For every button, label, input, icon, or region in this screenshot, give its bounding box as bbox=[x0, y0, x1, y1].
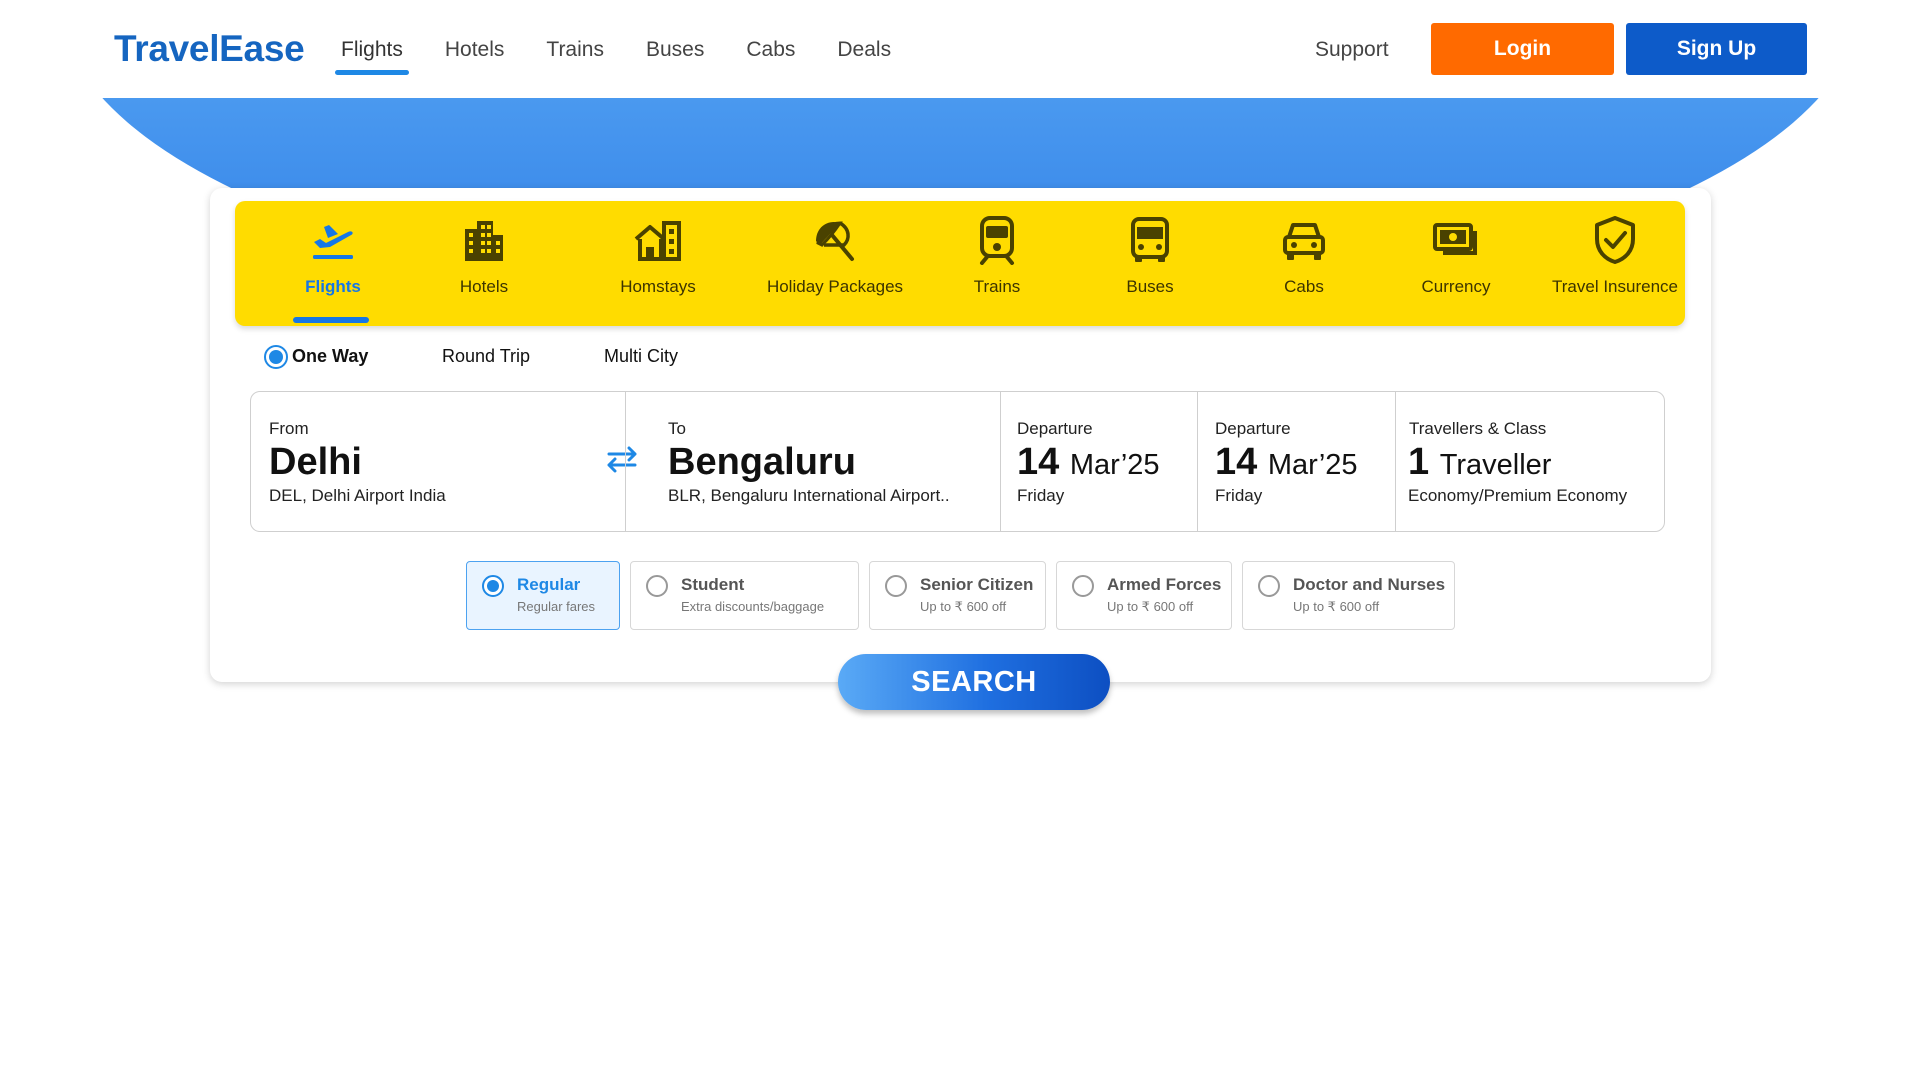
travellers-label: Travellers & Class bbox=[1409, 419, 1547, 438]
fare-title: Student bbox=[681, 575, 745, 594]
fare-radio[interactable] bbox=[885, 575, 907, 597]
fare-radio[interactable] bbox=[646, 575, 668, 597]
return-weekday: Friday bbox=[1215, 486, 1263, 505]
traveller-unit: Traveller bbox=[1439, 449, 1552, 481]
support-link[interactable]: Support bbox=[1315, 38, 1389, 62]
fare-option-doctor-nurses[interactable]: Doctor and Nurses Up to ₹ 600 off bbox=[1242, 561, 1455, 630]
to-airport: BLR, Bengaluru International Airport.. bbox=[668, 486, 950, 505]
banknote-icon bbox=[1433, 223, 1477, 255]
category-label: Buses bbox=[1126, 277, 1174, 296]
signup-button[interactable]: Sign Up bbox=[1626, 23, 1807, 75]
departure-field[interactable]: Departure 14 Mar’25 Friday bbox=[1001, 392, 1197, 531]
trip-type-multi-city[interactable]: Multi City bbox=[604, 346, 678, 367]
category-trains[interactable]: Trains bbox=[952, 201, 1042, 326]
brand-logo[interactable]: TravelEase bbox=[114, 28, 305, 70]
category-label: Travel Insurence bbox=[1552, 277, 1678, 296]
category-label: Holiday Packages bbox=[766, 277, 904, 296]
search-button[interactable]: SEARCH bbox=[838, 654, 1110, 710]
plane-takeoff-icon bbox=[313, 225, 353, 259]
category-hotels[interactable]: Hotels bbox=[439, 201, 529, 326]
fare-radio[interactable] bbox=[482, 575, 504, 597]
category-holiday-packages[interactable]: Holiday Packages bbox=[767, 201, 903, 326]
nav-item-flights[interactable]: Flights bbox=[320, 0, 424, 98]
from-city: Delhi bbox=[269, 441, 362, 483]
return-field[interactable]: Departure 14 Mar’25 Friday bbox=[1198, 392, 1395, 531]
category-label: Hotels bbox=[459, 277, 509, 296]
top-header: TravelEase Flights Hotels Trains Buses C… bbox=[0, 0, 1920, 98]
departure-label: Departure bbox=[1017, 419, 1093, 438]
fare-subtitle: Extra discounts/baggage bbox=[681, 599, 825, 614]
category-buses[interactable]: Buses bbox=[1105, 201, 1195, 326]
fare-subtitle: Up to ₹ 600 off bbox=[1293, 599, 1380, 614]
travel-class: Economy/Premium Economy bbox=[1408, 486, 1628, 505]
departure-weekday: Friday bbox=[1017, 486, 1065, 505]
fare-subtitle: Up to ₹ 600 off bbox=[1107, 599, 1194, 614]
nav-item-trains[interactable]: Trains bbox=[525, 0, 625, 98]
bus-icon bbox=[1131, 217, 1169, 262]
nav-item-buses[interactable]: Buses bbox=[625, 0, 725, 98]
category-currency[interactable]: Currency bbox=[1411, 201, 1501, 326]
category-flights[interactable]: Flights bbox=[293, 201, 371, 326]
fare-option-student[interactable]: Student Extra discounts/baggage bbox=[630, 561, 859, 630]
beach-umbrella-icon bbox=[816, 221, 854, 261]
fare-option-senior-citizen[interactable]: Senior Citizen Up to ₹ 600 off bbox=[869, 561, 1046, 630]
building-icon bbox=[465, 221, 503, 261]
category-travel-insurance[interactable]: Travel Insurence bbox=[1552, 201, 1678, 326]
to-city: Bengaluru bbox=[668, 441, 856, 483]
nav-item-cabs[interactable]: Cabs bbox=[725, 0, 816, 98]
traveller-count: 1 bbox=[1408, 441, 1430, 483]
fare-title: Armed Forces bbox=[1107, 575, 1222, 594]
nav-item-hotels[interactable]: Hotels bbox=[424, 0, 526, 98]
fare-option-armed-forces[interactable]: Armed Forces Up to ₹ 600 off bbox=[1056, 561, 1232, 630]
shield-check-icon bbox=[1595, 216, 1635, 264]
fare-radio[interactable] bbox=[1072, 575, 1094, 597]
search-fields: From Delhi DEL, Delhi Airport India To B… bbox=[250, 391, 1665, 532]
nav-item-deals[interactable]: Deals bbox=[816, 0, 912, 98]
train-icon bbox=[980, 216, 1014, 265]
trip-type-round-trip[interactable]: Round Trip bbox=[442, 346, 530, 367]
car-icon bbox=[1283, 223, 1325, 260]
fare-subtitle: Regular fares bbox=[517, 599, 596, 614]
category-label: Trains bbox=[973, 277, 1021, 296]
category-bar: Flights Hotels Homstays Holiday Packages… bbox=[235, 201, 1685, 326]
return-label: Departure bbox=[1215, 419, 1291, 438]
category-label: Flights bbox=[305, 277, 361, 296]
booking-card: Flights Hotels Homstays Holiday Packages… bbox=[210, 188, 1711, 682]
departure-day: 14 bbox=[1017, 441, 1060, 483]
fare-radio[interactable] bbox=[1258, 575, 1280, 597]
return-day: 14 bbox=[1215, 441, 1258, 483]
from-airport: DEL, Delhi Airport India bbox=[269, 486, 446, 505]
return-month: Mar’25 bbox=[1267, 449, 1358, 481]
homestay-icon bbox=[634, 221, 681, 261]
one-way-radio[interactable] bbox=[264, 345, 288, 369]
to-label: To bbox=[668, 419, 686, 438]
fare-title: Doctor and Nurses bbox=[1293, 575, 1446, 594]
travellers-field[interactable]: Travellers & Class 1 Traveller Economy/P… bbox=[1396, 392, 1664, 531]
to-field[interactable]: To Bengaluru BLR, Bengaluru Internationa… bbox=[626, 392, 1000, 531]
fare-title: Senior Citizen bbox=[920, 575, 1034, 594]
category-cabs[interactable]: Cabs bbox=[1259, 201, 1349, 326]
main-nav: Flights Hotels Trains Buses Cabs Deals bbox=[320, 0, 912, 98]
active-category-underline bbox=[293, 317, 369, 323]
fare-title: Regular bbox=[517, 575, 581, 594]
trip-type-one-way[interactable]: One Way bbox=[292, 346, 368, 367]
fare-option-regular[interactable]: Regular Regular fares bbox=[466, 561, 620, 630]
from-label: From bbox=[269, 419, 309, 438]
login-button[interactable]: Login bbox=[1431, 23, 1614, 75]
fare-subtitle: Up to ₹ 600 off bbox=[920, 599, 1007, 614]
departure-month: Mar’25 bbox=[1069, 449, 1160, 481]
from-field[interactable]: From Delhi DEL, Delhi Airport India bbox=[251, 392, 625, 531]
category-homestays[interactable]: Homstays bbox=[603, 201, 713, 326]
category-label: Cabs bbox=[1284, 277, 1324, 296]
category-label: Homstays bbox=[620, 277, 696, 296]
category-label: Currency bbox=[1421, 277, 1491, 296]
